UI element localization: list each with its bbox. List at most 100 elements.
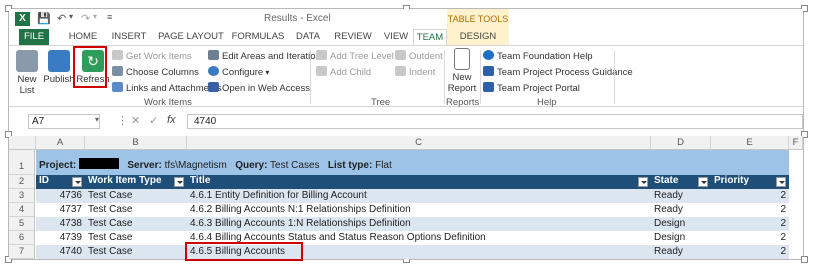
undo-dropdown-icon[interactable]: ▾ <box>69 12 73 21</box>
tab-data[interactable]: DATA <box>291 29 325 45</box>
header-priority[interactable]: Priority <box>711 175 789 189</box>
cell-priority[interactable]: 2 <box>711 189 789 203</box>
customize-qat-icon[interactable]: ≡ <box>107 12 112 22</box>
column-header[interactable]: C <box>187 136 651 150</box>
tab-insert[interactable]: INSERT <box>107 29 151 45</box>
cell-id[interactable]: 4736 <box>36 189 85 203</box>
cell-id[interactable]: 4740 <box>36 245 85 259</box>
add-child-label: Add Child <box>330 67 372 78</box>
tab-team[interactable]: TEAM <box>413 29 447 45</box>
open-web-access-button[interactable]: Open in Web Access <box>208 82 310 94</box>
filter-dropdown-icon[interactable] <box>72 177 82 187</box>
new-list-button[interactable]: New List <box>13 50 41 96</box>
cell-id[interactable]: 4737 <box>36 203 85 217</box>
header-work-item-type[interactable]: Work Item Type <box>85 175 187 189</box>
filter-dropdown-icon[interactable] <box>776 177 786 187</box>
cell-state[interactable]: Design <box>651 217 711 231</box>
cell-state[interactable]: Design <box>651 231 711 245</box>
header-id[interactable]: ID <box>36 175 85 189</box>
tab-page-layout[interactable]: PAGE LAYOUT <box>157 29 225 45</box>
cell-priority[interactable]: 2 <box>711 245 789 259</box>
row-header[interactable]: 5 <box>9 217 35 231</box>
row-header[interactable]: 7 <box>9 245 35 259</box>
header-priority-label: Priority <box>714 175 750 186</box>
column-header[interactable]: A <box>36 136 85 150</box>
cell-state[interactable]: Ready <box>651 203 711 217</box>
cell-type[interactable]: Test Case <box>85 245 187 259</box>
cell-title[interactable]: 4.6.1 Entity Definition for Billing Acco… <box>187 189 651 203</box>
filter-dropdown-icon[interactable] <box>638 177 648 187</box>
name-box-dropdown-icon[interactable]: ▾ <box>95 115 99 124</box>
new-list-label-1: New <box>17 74 37 85</box>
insert-function-icon[interactable]: fx <box>167 114 176 126</box>
tab-view[interactable]: VIEW <box>379 29 413 45</box>
filter-dropdown-icon[interactable] <box>174 177 184 187</box>
header-title[interactable]: Title <box>187 175 651 189</box>
get-work-items-label: Get Work Items <box>126 51 192 62</box>
info-row-content[interactable]: Project: Server: tfs\Magnetism Query: Te… <box>36 158 395 172</box>
get-work-items-icon <box>112 50 123 60</box>
team-icon <box>483 66 494 76</box>
tab-home[interactable]: HOME <box>64 29 102 45</box>
title-cell-highlight <box>185 242 303 261</box>
process-guidance-button[interactable]: Team Project Process Guidance <box>483 66 633 78</box>
cell-title[interactable]: 4.6.2 Billing Accounts N:1 Relationships… <box>187 203 651 217</box>
tab-formulas[interactable]: FORMULAS <box>231 29 285 45</box>
select-all-corner[interactable] <box>9 136 36 150</box>
row-header[interactable]: 6 <box>9 231 35 245</box>
row-header[interactable]: 4 <box>9 203 35 217</box>
cell-type[interactable]: Test Case <box>85 217 187 231</box>
cell-priority[interactable]: 2 <box>711 217 789 231</box>
cell-priority[interactable]: 2 <box>711 203 789 217</box>
column-header[interactable]: B <box>85 136 187 150</box>
cell-type[interactable]: Test Case <box>85 189 187 203</box>
cell-id[interactable]: 4739 <box>36 231 85 245</box>
undo-icon[interactable]: ↶ <box>57 12 66 25</box>
cancel-entry-icon[interactable]: ✕ <box>131 114 140 127</box>
cell-title[interactable]: 4.6.3 Billing Accounts 1:N Relationships… <box>187 217 651 231</box>
add-tree-level-button[interactable]: Add Tree Level <box>316 50 394 62</box>
confirm-entry-icon[interactable]: ✓ <box>149 114 158 127</box>
row-header[interactable]: 2 <box>9 175 35 189</box>
save-icon[interactable]: 💾 <box>37 12 51 25</box>
header-state[interactable]: State <box>651 175 711 189</box>
cell-state[interactable]: Ready <box>651 245 711 259</box>
cell-id[interactable]: 4738 <box>36 217 85 231</box>
row-header[interactable]: 1 <box>9 150 35 175</box>
redo-icon[interactable]: ↷ <box>81 12 90 25</box>
tab-design[interactable]: DESIGN <box>447 29 509 45</box>
new-report-button[interactable]: New Report <box>447 48 477 94</box>
resize-handle-bottom-right[interactable] <box>801 256 808 263</box>
links-attachments-button[interactable]: Links and Attachments <box>112 82 222 94</box>
cell-type[interactable]: Test Case <box>85 203 187 217</box>
gear-icon <box>208 66 219 76</box>
column-header[interactable]: F <box>789 136 803 150</box>
tf-help-button[interactable]: Team Foundation Help <box>483 50 593 62</box>
cell-state[interactable]: Ready <box>651 189 711 203</box>
column-header[interactable]: E <box>711 136 789 150</box>
get-work-items-button[interactable]: Get Work Items <box>112 50 192 62</box>
add-child-button[interactable]: Add Child <box>316 66 371 78</box>
tab-file[interactable]: FILE <box>19 29 49 45</box>
publish-label: Publish <box>43 74 75 85</box>
table-row: 4739 Test Case 4.6.4 Billing Accounts St… <box>36 231 789 245</box>
column-header[interactable]: D <box>651 136 711 150</box>
formula-input[interactable]: 4740 <box>187 114 803 129</box>
filter-dropdown-icon[interactable] <box>698 177 708 187</box>
project-portal-button[interactable]: Team Project Portal <box>483 82 580 94</box>
publish-button[interactable]: Publish <box>43 50 75 85</box>
server-label: Server: <box>127 160 162 171</box>
row-header[interactable]: 3 <box>9 189 35 203</box>
name-box[interactable]: A7 <box>28 114 100 129</box>
tab-review[interactable]: REVIEW <box>331 29 375 45</box>
tf-help-label: Team Foundation Help <box>497 51 593 62</box>
choose-columns-button[interactable]: Choose Columns <box>112 66 199 78</box>
edit-areas-button[interactable]: Edit Areas and Iterations <box>208 50 326 62</box>
choose-columns-label: Choose Columns <box>126 67 199 78</box>
cell-type[interactable]: Test Case <box>85 231 187 245</box>
indent-button[interactable]: Indent <box>395 66 435 78</box>
configure-button[interactable]: Configure ▾ <box>208 66 269 78</box>
outdent-button[interactable]: Outdent <box>395 50 443 62</box>
cell-priority[interactable]: 2 <box>711 231 789 245</box>
redo-dropdown-icon[interactable]: ▾ <box>93 12 97 21</box>
